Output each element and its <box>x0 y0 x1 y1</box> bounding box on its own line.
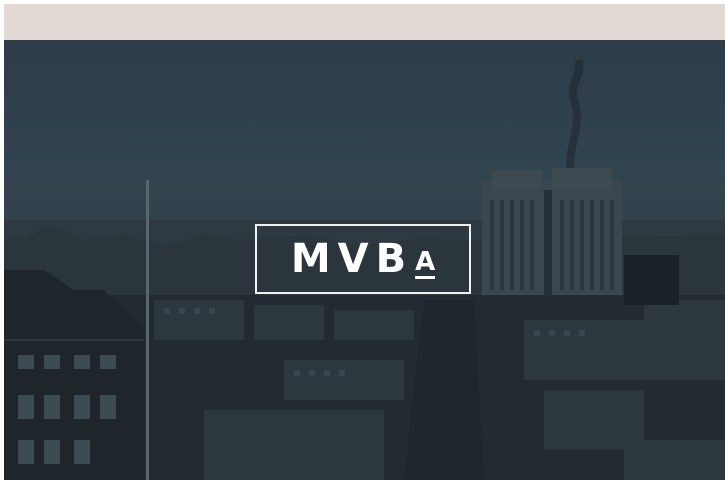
logo[interactable]: MVB A <box>255 224 471 294</box>
hero-banner: MVB A <box>4 40 725 480</box>
logo-main-letters: MVB <box>290 236 414 282</box>
page: MVB A <box>0 0 725 485</box>
logo-sub-letter: A <box>415 247 436 279</box>
top-bar <box>4 4 725 40</box>
logo-text: MVB A <box>290 236 436 282</box>
